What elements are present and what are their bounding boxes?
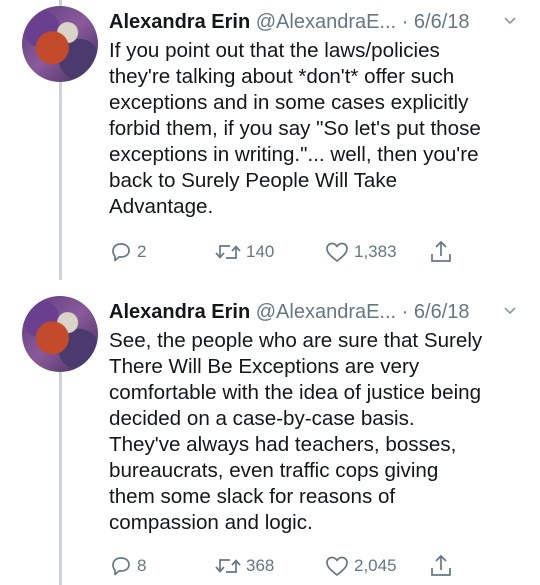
tweet-text-line: They've always had teachers, bosses, xyxy=(109,433,457,456)
heart-icon xyxy=(326,242,348,262)
tweet[interactable]: Alexandra Erin @AlexandraE... · 6/6/18 S… xyxy=(0,290,540,585)
separator: · xyxy=(401,301,409,323)
tweet-date[interactable]: 6/6/18 xyxy=(414,301,470,323)
like-count: 1,383 xyxy=(354,242,397,261)
tweet-text-line: decided on a case-by-case basis. xyxy=(109,407,415,430)
tweet-text-line: Advantage. xyxy=(109,195,214,218)
tweet-text: If you point out that the laws/policies … xyxy=(109,38,529,220)
tweet-actions: 8 368 2,045 xyxy=(109,552,529,580)
author-name[interactable]: Alexandra Erin xyxy=(109,11,250,33)
like-count: 2,045 xyxy=(354,556,397,575)
chevron-down-icon[interactable] xyxy=(503,304,517,318)
reply-count: 8 xyxy=(137,556,147,575)
reply-count: 2 xyxy=(137,242,147,261)
tweet-text-line: If you point out that the laws/policies xyxy=(109,39,440,62)
tweet-text-line: comfortable with the idea of justice bei… xyxy=(109,381,482,404)
retweet-button[interactable]: 140 xyxy=(214,238,274,266)
tweet-text-line: them some slack for reasons of xyxy=(109,485,396,508)
share-button[interactable] xyxy=(429,238,453,266)
retweet-icon xyxy=(215,559,241,573)
tweet-text-line: compassion and logic. xyxy=(109,511,313,534)
retweet-icon xyxy=(215,245,241,259)
share-icon xyxy=(431,554,451,576)
tweet-text-line: forbid them, if you say "So let's put th… xyxy=(109,117,481,140)
reply-icon xyxy=(112,243,130,262)
separator: · xyxy=(401,11,409,33)
share-button[interactable] xyxy=(429,552,453,580)
retweet-count: 368 xyxy=(246,556,275,575)
tweet-text: See, the people who are sure that Surely… xyxy=(109,328,529,536)
tweet[interactable]: Alexandra Erin @AlexandraE... · 6/6/18 I… xyxy=(0,0,540,280)
author-handle[interactable]: @AlexandraE... xyxy=(256,301,396,323)
author-name[interactable]: Alexandra Erin xyxy=(109,301,250,323)
heart-icon xyxy=(326,556,348,576)
tweet-text-line: bureaucrats, even traffic cops giving xyxy=(109,459,439,482)
author-handle[interactable]: @AlexandraE... xyxy=(256,11,396,33)
like-button[interactable]: 1,383 xyxy=(324,238,397,266)
retweet-count: 140 xyxy=(246,242,275,261)
tweet-text-line: There Will Be Exceptions are very xyxy=(109,355,420,378)
tweet-text-line: exceptions and in some cases explicitly xyxy=(109,91,469,114)
tweet-actions: 2 140 1,383 xyxy=(109,238,529,266)
reply-button[interactable]: 2 xyxy=(109,238,146,266)
like-button[interactable]: 2,045 xyxy=(324,552,397,580)
tweet-text-line: exceptions in writing."... well, then yo… xyxy=(109,143,479,166)
chevron-down-icon[interactable] xyxy=(503,14,517,28)
tweet-text-line: back to Surely People Will Take xyxy=(109,169,398,192)
avatar[interactable] xyxy=(22,296,98,372)
tweet-header: Alexandra Erin @AlexandraE... · 6/6/18 xyxy=(109,300,529,324)
reply-icon xyxy=(112,557,130,576)
avatar[interactable] xyxy=(22,6,98,82)
retweet-button[interactable]: 368 xyxy=(214,552,274,580)
tweet-text-line: See, the people who are sure that Surely xyxy=(109,329,483,352)
tweet-date[interactable]: 6/6/18 xyxy=(414,11,470,33)
tweet-text-line: they're talking about *don't* offer such xyxy=(109,65,455,88)
share-icon xyxy=(431,240,451,262)
tweet-header: Alexandra Erin @AlexandraE... · 6/6/18 xyxy=(109,10,529,34)
reply-button[interactable]: 8 xyxy=(109,552,146,580)
